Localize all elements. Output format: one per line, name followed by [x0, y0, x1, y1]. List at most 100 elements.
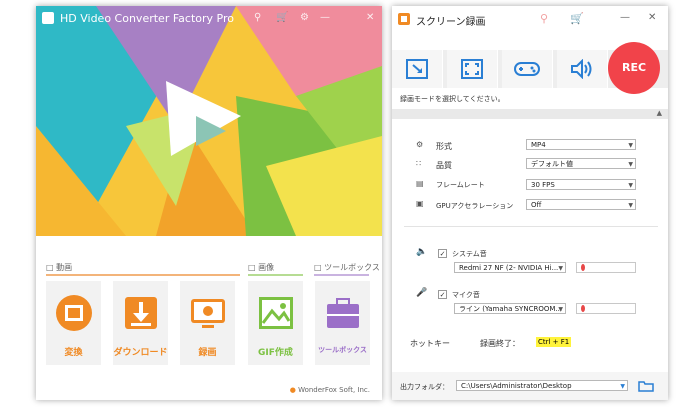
record-label: 録画 [198, 348, 217, 358]
record-tile[interactable]: 録画 [180, 281, 235, 365]
gpu-label: GPUアクセラレーション [436, 202, 514, 210]
hint-collapse-bar[interactable]: ▲ [392, 109, 668, 119]
system-sound-icon: 🔈 [416, 247, 428, 257]
video-section-icon: □ [46, 263, 54, 272]
download-icon [124, 297, 157, 329]
gpu-value: Off [531, 201, 542, 209]
fullscreen-icon [461, 59, 483, 79]
toolbox-section-header: □ ツールボックス [314, 262, 380, 273]
brand-text: WonderFox Soft, Inc. [298, 386, 370, 394]
gif-image-icon [258, 297, 293, 329]
rec-button[interactable]: REC [608, 42, 660, 94]
converter-window: HD Video Converter Factory Pro ⚲ 🛒 ⚙ — ✕… [36, 6, 382, 400]
app-logo-icon [42, 12, 54, 24]
mode-hint: 録画モードを選択してください。 [400, 95, 505, 103]
mic-checkbox[interactable]: ✓ [438, 290, 447, 299]
toolbox-section-label: ツールボックス [324, 263, 380, 272]
image-section-header: □ 画像 [248, 262, 274, 273]
image-section-label: 画像 [258, 263, 275, 272]
chevron-down-icon: ▼ [628, 202, 633, 209]
window-title: HD Video Converter Factory Pro [60, 12, 234, 25]
framerate-label: フレームレート [436, 181, 485, 189]
splash-artwork [36, 6, 382, 236]
chevron-down-icon: ▼ [558, 265, 563, 272]
convert-tile[interactable]: 変換 [46, 281, 101, 365]
quality-label: 品質 [436, 161, 452, 170]
audio-mode-button[interactable] [557, 50, 608, 88]
close-icon[interactable]: ✕ [648, 12, 656, 23]
key-icon[interactable]: ⚲ [254, 12, 261, 23]
minimize-icon[interactable]: — [620, 12, 630, 23]
mic-device-select[interactable]: ライン (Yamaha SYNCROOM... ▼ [454, 303, 566, 314]
system-device-select[interactable]: Redmi 27 NF (2- NVIDIA Hi... ▼ [454, 262, 566, 273]
gpu-select[interactable]: Off ▼ [526, 199, 636, 210]
video-section-label: 動画 [56, 263, 73, 272]
game-mode-button[interactable] [502, 50, 553, 88]
recorder-title: スクリーン録画 [416, 17, 486, 28]
framerate-value: 30 FPS [531, 181, 555, 189]
chevron-down-icon: ▼ [628, 142, 633, 149]
system-device-value: Redmi 27 NF (2- NVIDIA Hi... [459, 264, 559, 272]
quality-icon: ∷ [416, 159, 422, 168]
chevron-down-icon: ▼ [558, 306, 563, 313]
wonderfox-logo-icon: ● [289, 386, 296, 394]
key-icon[interactable]: ⚲ [540, 12, 548, 25]
framerate-select[interactable]: 30 FPS ▼ [526, 179, 636, 190]
settings-icon[interactable]: ⚙ [300, 12, 309, 23]
stop-hotkey[interactable]: Ctrl + F1 [536, 337, 572, 347]
system-sound-checkbox[interactable]: ✓ [438, 249, 447, 258]
download-label: ダウンロード [113, 348, 168, 358]
screen-recorder-window: スクリーン録画 ⚲ 🛒 — ✕ REC 録画モードを選択してください。 ▲ ⚙ … [392, 6, 668, 400]
format-value: MP4 [531, 141, 546, 149]
toolbox-tile[interactable]: ツールボックス [315, 281, 370, 365]
gpu-icon: ▣ [416, 199, 424, 208]
toolbox-icon [326, 298, 359, 328]
chevron-down-icon: ▼ [628, 182, 633, 189]
gif-label: GIF作成 [258, 348, 293, 358]
microphone-icon: 🎤 [416, 288, 428, 298]
toolbox-section-line [314, 274, 369, 276]
region-mode-button[interactable] [392, 50, 443, 88]
brand-footer: ● WonderFox Soft, Inc. [290, 386, 370, 394]
film-convert-icon [55, 295, 92, 331]
folder-open-icon[interactable] [638, 380, 654, 392]
close-icon[interactable]: ✕ [366, 12, 374, 23]
collapse-arrow-icon[interactable]: ▲ [657, 109, 662, 117]
convert-label: 変換 [64, 348, 83, 358]
video-section-line [46, 274, 240, 276]
toolbox-label: ツールボックス [318, 346, 367, 354]
minimize-icon[interactable]: — [320, 12, 330, 23]
image-section-line [248, 274, 303, 276]
screen-record-icon [190, 299, 225, 328]
level-dot [581, 305, 585, 312]
level-dot [581, 264, 585, 271]
mic-device-value: ライン (Yamaha SYNCROOM... [459, 305, 563, 313]
format-icon: ⚙ [416, 140, 424, 149]
image-section-icon: □ [248, 263, 256, 272]
output-folder-label: 出力フォルダ： [400, 383, 449, 391]
download-tile[interactable]: ダウンロード [113, 281, 168, 365]
stop-record-label: 録画終了： [480, 339, 520, 348]
mic-volume-meter [576, 303, 636, 314]
fullscreen-mode-button[interactable] [447, 50, 498, 88]
system-sound-label: システム音 [452, 250, 487, 258]
quality-select[interactable]: デフォルト値 ▼ [526, 158, 636, 169]
video-section-header: □ 動画 [46, 262, 72, 273]
format-select[interactable]: MP4 ▼ [526, 139, 636, 150]
hotkey-label: ホットキー [410, 339, 450, 348]
framerate-icon: ▤ [416, 179, 424, 188]
output-footer: 出力フォルダ： C:\Users\Administrator\Desktop ▼ [392, 372, 668, 400]
recorder-titlebar: スクリーン録画 ⚲ 🛒 — ✕ [392, 6, 668, 34]
system-volume-meter [576, 262, 636, 273]
chevron-down-icon: ▼ [620, 383, 625, 390]
gif-tile[interactable]: GIF作成 [248, 281, 303, 365]
speaker-icon [571, 59, 592, 79]
format-label: 形式 [436, 142, 452, 151]
quality-value: デフォルト値 [531, 160, 573, 168]
toolbox-section-icon: □ [314, 263, 322, 272]
recorder-logo-icon [398, 13, 410, 25]
cart-icon[interactable]: 🛒 [276, 12, 288, 23]
region-select-icon [406, 59, 428, 79]
cart-icon[interactable]: 🛒 [570, 12, 584, 25]
output-path-field[interactable]: C:\Users\Administrator\Desktop ▼ [456, 380, 628, 391]
